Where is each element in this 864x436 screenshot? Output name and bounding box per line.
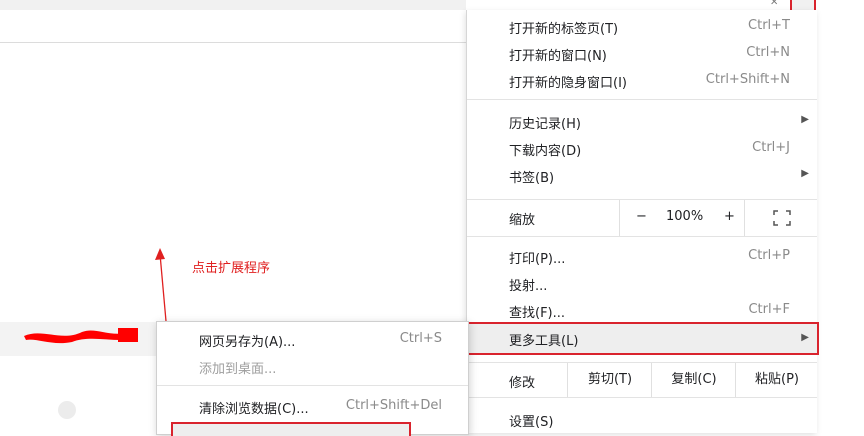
chrome-main-menu: 打开新的标签页(T) Ctrl+T 打开新的窗口(N) Ctrl+N 打开新的隐… (466, 10, 819, 433)
menu-item-downloads[interactable]: 下载内容(D) Ctrl+J (467, 135, 817, 162)
zoom-out-button[interactable]: − (636, 209, 647, 224)
menu-item-more-tools[interactable]: 更多工具(L) ▶ (467, 322, 819, 355)
copy-button[interactable]: 复制(C) (651, 363, 736, 397)
more-tools-submenu: 网页另存为(A)... Ctrl+S 添加到桌面... 清除浏览数据(C)...… (156, 321, 469, 436)
menu-item-new-tab[interactable]: 打开新的标签页(T) Ctrl+T (467, 13, 817, 40)
zoom-label: 缩放 (509, 213, 536, 228)
menu-item-bookmarks[interactable]: 书签(B) ▶ (467, 162, 817, 189)
submenu-item-clear-browsing-data[interactable]: 清除浏览数据(C)... Ctrl+Shift+Del (157, 393, 468, 420)
menu-separator (157, 385, 468, 386)
zoom-level: 100% (666, 209, 704, 224)
annotation-label: 点击扩展程序 (192, 261, 271, 276)
chevron-right-icon: ▶ (801, 114, 809, 125)
zoom-in-button[interactable]: + (724, 209, 735, 224)
submenu-item-extensions-highlighted[interactable] (171, 422, 411, 436)
menu-item-new-window[interactable]: 打开新的窗口(N) Ctrl+N (467, 40, 817, 67)
menu-zoom-row: 缩放 − 100% + (467, 200, 817, 236)
menu-item-new-incognito-window[interactable]: 打开新的隐身窗口(I) Ctrl+Shift+N (467, 67, 817, 94)
menu-separator (467, 397, 817, 398)
menu-item-cast[interactable]: 投射... (467, 270, 817, 297)
bookmark-bar (0, 10, 466, 43)
menu-edit-row: 修改 剪切(T) 复制(C) 粘贴(P) (467, 363, 817, 397)
submenu-item-add-to-desktop[interactable]: 添加到桌面... (157, 353, 468, 380)
edit-label: 修改 (509, 376, 536, 391)
chevron-right-icon: ▶ (801, 332, 809, 343)
menu-separator (467, 99, 817, 100)
extension-icon[interactable]: ✕ (770, 0, 786, 8)
menu-item-find[interactable]: 查找(F)... Ctrl+F (467, 297, 817, 324)
chevron-right-icon: ▶ (801, 168, 809, 179)
menu-item-settings[interactable]: 设置(S) (467, 406, 817, 433)
fullscreen-icon[interactable] (773, 210, 791, 226)
menu-separator (467, 236, 817, 237)
menu-item-history[interactable]: 历史记录(H) ▶ (467, 108, 817, 135)
zoom-controls: − 100% + (619, 200, 745, 236)
page-avatar-placeholder (58, 401, 76, 419)
redaction-scribble (24, 328, 138, 344)
paste-button[interactable]: 粘贴(P) (735, 363, 818, 397)
cut-button[interactable]: 剪切(T) (567, 363, 652, 397)
submenu-item-save-page-as[interactable]: 网页另存为(A)... Ctrl+S (157, 326, 468, 353)
menu-item-print[interactable]: 打印(P)... Ctrl+P (467, 243, 817, 270)
